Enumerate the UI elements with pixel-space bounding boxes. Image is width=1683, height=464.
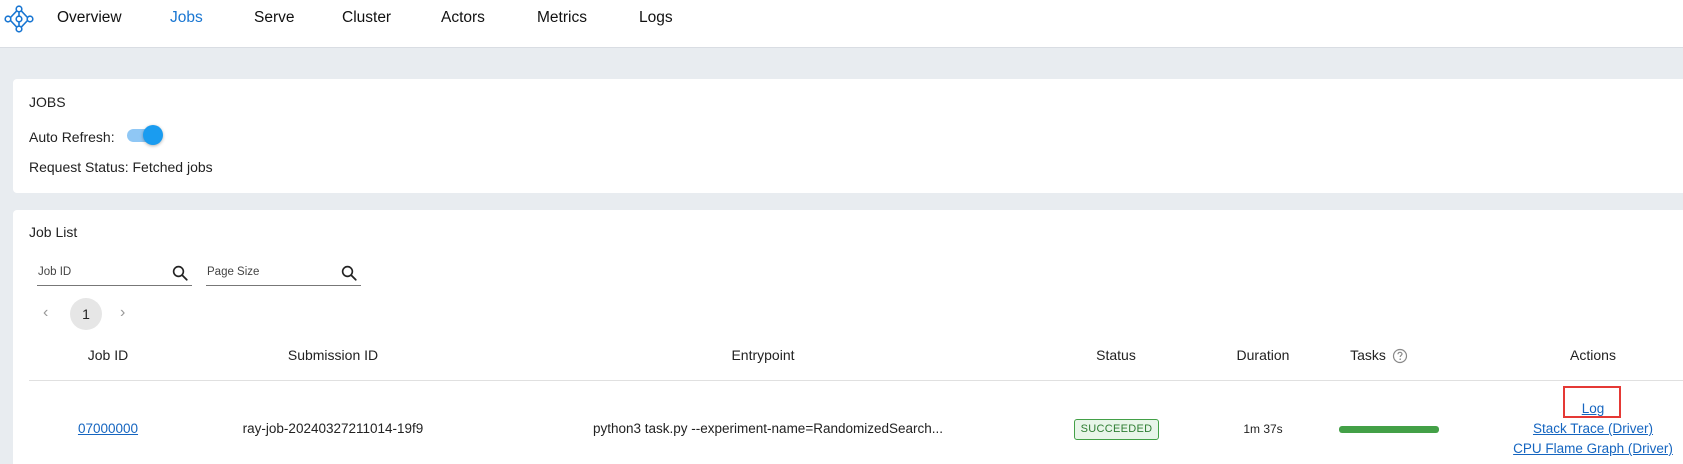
column-header-tasks: Tasks [1350, 347, 1386, 363]
nav-actors[interactable]: Actors [441, 9, 485, 27]
column-header-actions: Actions [1570, 347, 1616, 363]
top-nav-bar: Overview Jobs Serve Cluster Actors Metri… [0, 0, 1683, 48]
job-id-search-field[interactable]: Job ID [37, 262, 192, 286]
page-size-search-placeholder: Page Size [207, 266, 260, 278]
job-id-search-placeholder: Job ID [38, 266, 72, 278]
pager-next-button[interactable]: › [120, 304, 125, 322]
entrypoint-cell: python3 task.py --experiment-name=Random… [592, 421, 944, 436]
jobs-card: JOBS Auto Refresh: Request Status: Fetch… [13, 79, 1683, 193]
cpu-flame-graph-action-link[interactable]: CPU Flame Graph (Driver) [1503, 441, 1683, 456]
duration-cell: 1m 37s [1243, 422, 1283, 436]
ray-logo-icon[interactable] [4, 4, 34, 34]
help-circle-icon[interactable] [1392, 348, 1408, 364]
pager-page-1[interactable]: 1 [70, 298, 102, 330]
auto-refresh-label: Auto Refresh: [29, 129, 115, 145]
nav-metrics[interactable]: Metrics [537, 9, 587, 27]
auto-refresh-toggle[interactable] [125, 124, 165, 146]
nav-cluster[interactable]: Cluster [342, 9, 391, 27]
column-header-entrypoint: Entrypoint [731, 347, 795, 363]
nav-serve[interactable]: Serve [254, 9, 295, 27]
column-header-duration: Duration [1236, 347, 1290, 363]
stack-trace-action-link[interactable]: Stack Trace (Driver) [1513, 421, 1673, 436]
nav-jobs[interactable]: Jobs [170, 9, 203, 27]
tasks-progress-bar [1339, 426, 1439, 433]
column-header-status: Status [1096, 347, 1136, 363]
toggle-thumb [143, 125, 163, 145]
status-badge: SUCCEEDED [1074, 419, 1159, 440]
nav-overview[interactable]: Overview [57, 9, 122, 27]
job-list-title: Job List [29, 224, 78, 240]
log-highlight-box [1563, 386, 1621, 418]
column-header-job-id: Job ID [87, 347, 129, 363]
submission-id-cell: ray-job-20240327211014-19f9 [242, 421, 424, 436]
request-status: Request Status: Fetched jobs [29, 159, 213, 175]
page-size-search-field[interactable]: Page Size [206, 262, 361, 286]
nav-logs[interactable]: Logs [639, 9, 673, 27]
tasks-progress-fill [1339, 426, 1439, 433]
jobs-card-title: JOBS [29, 94, 66, 110]
column-header-submission-id: Submission ID [287, 347, 379, 363]
pager-prev-button[interactable]: ‹ [43, 304, 48, 322]
search-icon[interactable] [171, 264, 189, 282]
job-list-card: Job List Job ID Page Size ‹ 1 › Job ID S… [13, 210, 1683, 464]
search-icon[interactable] [340, 264, 358, 282]
job-id-link[interactable]: 07000000 [58, 421, 158, 436]
table-header-divider [29, 380, 1683, 381]
